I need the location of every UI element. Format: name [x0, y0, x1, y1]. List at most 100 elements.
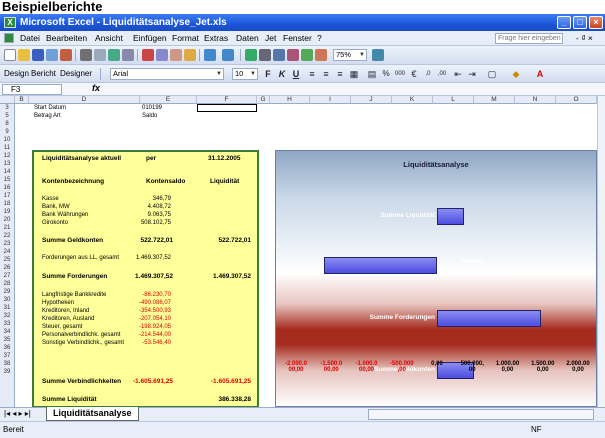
row-header[interactable]: 17 — [0, 192, 15, 200]
row-header[interactable]: 13 — [0, 160, 15, 168]
col-header-b[interactable]: B — [15, 96, 29, 104]
row-header[interactable]: 38 — [0, 360, 15, 368]
row-header[interactable]: 9 — [0, 128, 15, 136]
chart-wizard-icon[interactable] — [301, 49, 313, 61]
col-header-e[interactable]: E — [140, 96, 197, 104]
research-icon[interactable] — [122, 49, 134, 61]
col-header-d[interactable]: D — [29, 96, 140, 104]
worksheet-grid[interactable]: B D E F G H I J K L M N O 3 5 8 9 10 11 12 13 14… — [0, 96, 597, 407]
name-box[interactable]: F3 — [2, 84, 62, 95]
new-icon[interactable] — [4, 49, 16, 61]
cut-icon[interactable] — [142, 49, 154, 61]
currency-icon[interactable]: ▤ — [366, 68, 378, 80]
workbook-icon[interactable] — [4, 33, 14, 43]
paste-icon[interactable] — [170, 49, 182, 61]
row-header[interactable]: 25 — [0, 256, 15, 264]
row-header[interactable]: 16 — [0, 184, 15, 192]
row-header[interactable]: 32 — [0, 312, 15, 320]
row-header[interactable]: 18 — [0, 200, 15, 208]
excel-app-icon[interactable]: X — [4, 17, 16, 28]
col-header-o[interactable]: O — [556, 96, 597, 104]
underline-button[interactable]: U — [290, 68, 302, 80]
designer-button[interactable]: Designer — [60, 69, 92, 78]
fx-icon[interactable]: fx — [92, 83, 100, 93]
redo-icon[interactable] — [222, 49, 234, 61]
font-select[interactable]: Arial ▼ — [110, 68, 224, 80]
menu-ansicht[interactable]: Ansicht — [95, 31, 123, 46]
tab-nav-arrows-icon[interactable]: |◂ ◂ ▸ ▸| — [4, 409, 31, 418]
row-header[interactable]: 24 — [0, 248, 15, 256]
row-header[interactable]: 39 — [0, 368, 15, 376]
menu-bearbeiten[interactable]: Bearbeiten — [46, 31, 87, 46]
decrease-decimal-icon[interactable]: ,00 — [436, 68, 448, 80]
menu-daten[interactable]: Daten — [236, 31, 259, 46]
euro-icon[interactable]: € — [408, 68, 420, 80]
row-header[interactable]: 11 — [0, 144, 15, 152]
help-icon[interactable] — [372, 49, 384, 61]
menu-extras[interactable]: Extras — [204, 31, 228, 46]
borders-icon[interactable]: ▢ — [486, 68, 498, 80]
row-header[interactable]: 34 — [0, 328, 15, 336]
menu-datei[interactable]: Datei — [20, 31, 40, 46]
row-header[interactable]: 31 — [0, 304, 15, 312]
bericht-button[interactable]: Bericht — [31, 69, 56, 78]
col-header-k[interactable]: K — [392, 96, 433, 104]
col-header-j[interactable]: J — [351, 96, 392, 104]
font-size-select[interactable]: 10 ▼ — [232, 68, 258, 80]
print-icon[interactable] — [80, 49, 92, 61]
thousands-icon[interactable]: 000 — [394, 68, 406, 80]
menu-einfuegen[interactable]: Einfügen — [133, 31, 167, 46]
save-icon[interactable] — [32, 49, 44, 61]
active-cell-f3[interactable] — [197, 104, 257, 112]
row-header[interactable]: 35 — [0, 336, 15, 344]
minimize-button[interactable]: _ — [557, 16, 571, 29]
hyperlink-icon[interactable] — [245, 49, 257, 61]
font-color-icon[interactable]: A — [534, 68, 546, 80]
bold-button[interactable]: F — [262, 68, 274, 80]
increase-indent-icon[interactable]: ⇥ — [466, 68, 478, 80]
horizontal-scrollbar[interactable] — [368, 409, 594, 420]
doc-window-controls-icon[interactable]: - ₫ × — [576, 31, 593, 46]
sort-asc-icon[interactable] — [273, 49, 285, 61]
undo-icon[interactable] — [204, 49, 216, 61]
row-header[interactable]: 12 — [0, 152, 15, 160]
row-header[interactable]: 14 — [0, 168, 15, 176]
design-button[interactable]: Design — [4, 69, 29, 78]
select-all-corner[interactable] — [0, 96, 15, 104]
row-header[interactable]: 10 — [0, 136, 15, 144]
sheet-tab-liquiditaetsanalyse[interactable]: Liquiditätsanalyse — [46, 407, 139, 421]
percent-icon[interactable]: % — [380, 68, 392, 80]
col-header-l[interactable]: L — [433, 96, 474, 104]
col-header-m[interactable]: M — [474, 96, 515, 104]
autosum-icon[interactable] — [259, 49, 271, 61]
open-icon[interactable] — [18, 49, 30, 61]
vertical-scrollbar[interactable] — [597, 96, 605, 407]
row-header[interactable]: 5 — [0, 112, 15, 120]
sort-desc-icon[interactable] — [287, 49, 299, 61]
row-header[interactable]: 3 — [0, 104, 15, 112]
drawing-icon[interactable] — [315, 49, 327, 61]
col-header-n[interactable]: N — [515, 96, 556, 104]
permission-icon[interactable] — [46, 49, 58, 61]
email-icon[interactable] — [60, 49, 72, 61]
row-header[interactable]: 23 — [0, 240, 15, 248]
print-preview-icon[interactable] — [94, 49, 106, 61]
decrease-indent-icon[interactable]: ⇤ — [452, 68, 464, 80]
increase-decimal-icon[interactable]: ,0 — [422, 68, 434, 80]
menu-fenster[interactable]: Fenster — [283, 31, 312, 46]
menu-jet[interactable]: Jet — [265, 31, 276, 46]
fill-color-icon[interactable]: ◆ — [510, 68, 522, 80]
align-left-icon[interactable]: ≡ — [306, 68, 318, 80]
row-header[interactable]: 30 — [0, 296, 15, 304]
row-header[interactable]: 28 — [0, 280, 15, 288]
row-header[interactable]: 22 — [0, 232, 15, 240]
liquidity-chart[interactable]: Liquiditätsanalyse Summe Liquidität Summe… — [275, 150, 597, 407]
menu-help[interactable]: ? — [317, 31, 322, 46]
spelling-icon[interactable] — [108, 49, 120, 61]
zoom-select[interactable]: 75% ▼ — [333, 49, 367, 61]
row-header[interactable]: 27 — [0, 272, 15, 280]
row-header[interactable]: 37 — [0, 352, 15, 360]
row-header[interactable]: 15 — [0, 176, 15, 184]
col-header-i[interactable]: I — [310, 96, 351, 104]
menu-format[interactable]: Format — [172, 31, 199, 46]
